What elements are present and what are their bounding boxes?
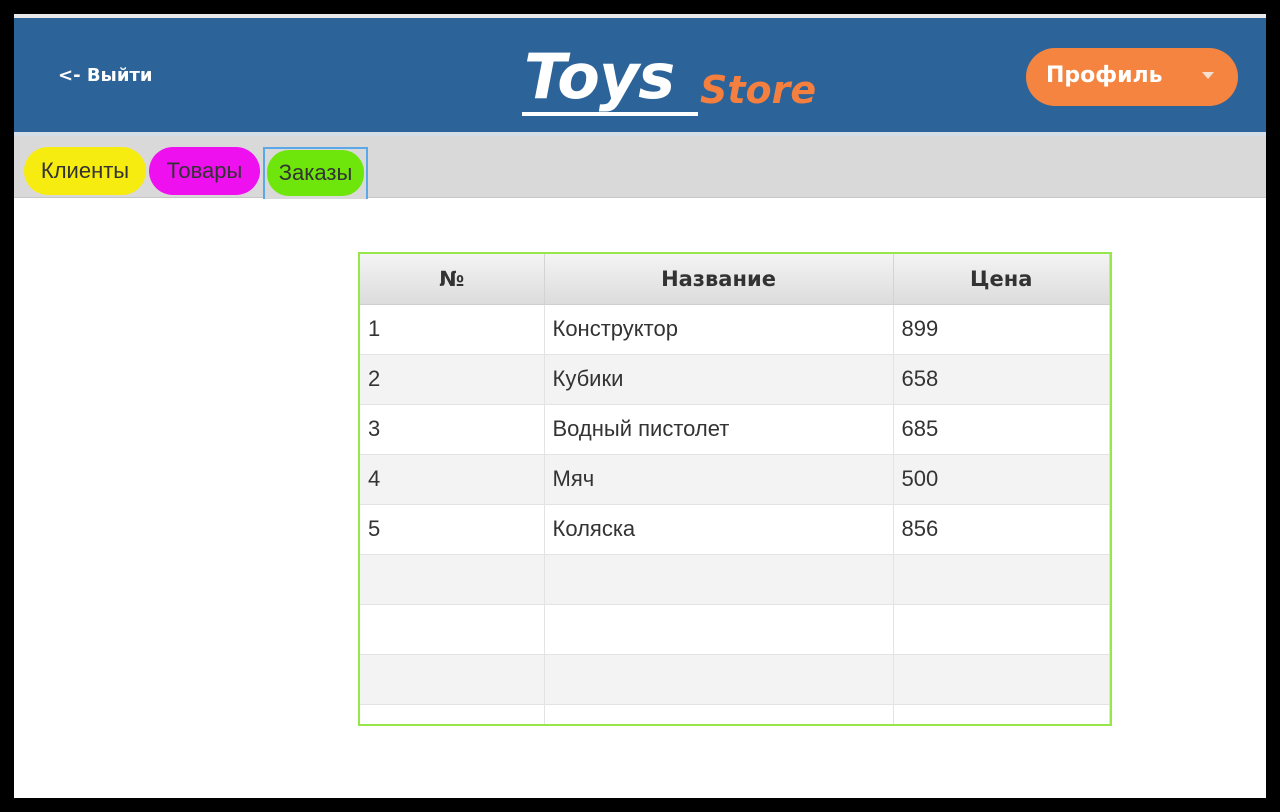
- cell-price: 500: [893, 454, 1110, 505]
- app-window: <- Выйти Toys Store Профиль Клиенты Това…: [14, 14, 1266, 798]
- column-header-price[interactable]: Цена: [893, 254, 1110, 305]
- tab-orders-selected-frame: Заказы: [263, 147, 368, 199]
- empty-table-row: [360, 604, 1110, 655]
- cell-price: 685: [893, 404, 1110, 455]
- cell-name: Мяч: [544, 454, 894, 505]
- logo-main-text: Toys: [524, 40, 675, 113]
- logout-button[interactable]: <- Выйти: [58, 65, 152, 86]
- cell-number: 4: [360, 454, 545, 505]
- table-row[interactable]: 2 Кубики 658: [360, 354, 1110, 405]
- cell-number: 3: [360, 404, 545, 455]
- empty-table-row: [360, 704, 1110, 724]
- tab-clients[interactable]: Клиенты: [24, 147, 146, 195]
- cell-price: 899: [893, 304, 1110, 355]
- tab-bar: Клиенты Товары Заказы: [14, 136, 1266, 199]
- data-table: № Название Цена 1 Конструктор 899 2 Куби…: [360, 254, 1110, 724]
- cell-price: 658: [893, 354, 1110, 405]
- cell-name: Кубики: [544, 354, 894, 405]
- empty-cell: [544, 604, 894, 655]
- app-logo: Toys Store: [520, 42, 840, 124]
- empty-cell: [360, 554, 545, 605]
- column-header-name[interactable]: Название: [544, 254, 894, 305]
- column-header-number[interactable]: №: [360, 254, 545, 305]
- tab-goods[interactable]: Товары: [149, 147, 260, 195]
- empty-cell: [360, 704, 545, 724]
- table-header-row: № Название Цена: [360, 254, 1110, 305]
- tab-orders[interactable]: Заказы: [267, 150, 364, 196]
- table-row[interactable]: 4 Мяч 500: [360, 454, 1110, 505]
- cell-number: 2: [360, 354, 545, 405]
- cell-name: Коляска: [544, 504, 894, 555]
- empty-cell: [544, 704, 894, 724]
- table-row[interactable]: 1 Конструктор 899: [360, 304, 1110, 355]
- cell-name: Водный пистолет: [544, 404, 894, 455]
- empty-cell: [544, 654, 894, 705]
- empty-table-row: [360, 654, 1110, 705]
- cell-price: 856: [893, 504, 1110, 555]
- profile-label: Профиль: [1046, 63, 1163, 88]
- empty-cell: [544, 554, 894, 605]
- empty-cell: [360, 654, 545, 705]
- logo-sub-text: Store: [700, 68, 817, 112]
- logo-underline: [522, 112, 698, 116]
- empty-table-row: [360, 554, 1110, 605]
- chevron-down-icon: [1202, 72, 1214, 79]
- table-row[interactable]: 5 Коляска 856: [360, 504, 1110, 555]
- empty-cell: [360, 604, 545, 655]
- app-header: <- Выйти Toys Store Профиль: [14, 18, 1266, 132]
- table-row[interactable]: 3 Водный пистолет 685: [360, 404, 1110, 455]
- empty-cell: [893, 704, 1110, 724]
- profile-dropdown-button[interactable]: Профиль: [1026, 48, 1238, 106]
- cell-number: 5: [360, 504, 545, 555]
- cell-number: 1: [360, 304, 545, 355]
- empty-cell: [893, 554, 1110, 605]
- empty-cell: [893, 654, 1110, 705]
- empty-cell: [893, 604, 1110, 655]
- cell-name: Конструктор: [544, 304, 894, 355]
- orders-table: № Название Цена 1 Конструктор 899 2 Куби…: [358, 252, 1112, 726]
